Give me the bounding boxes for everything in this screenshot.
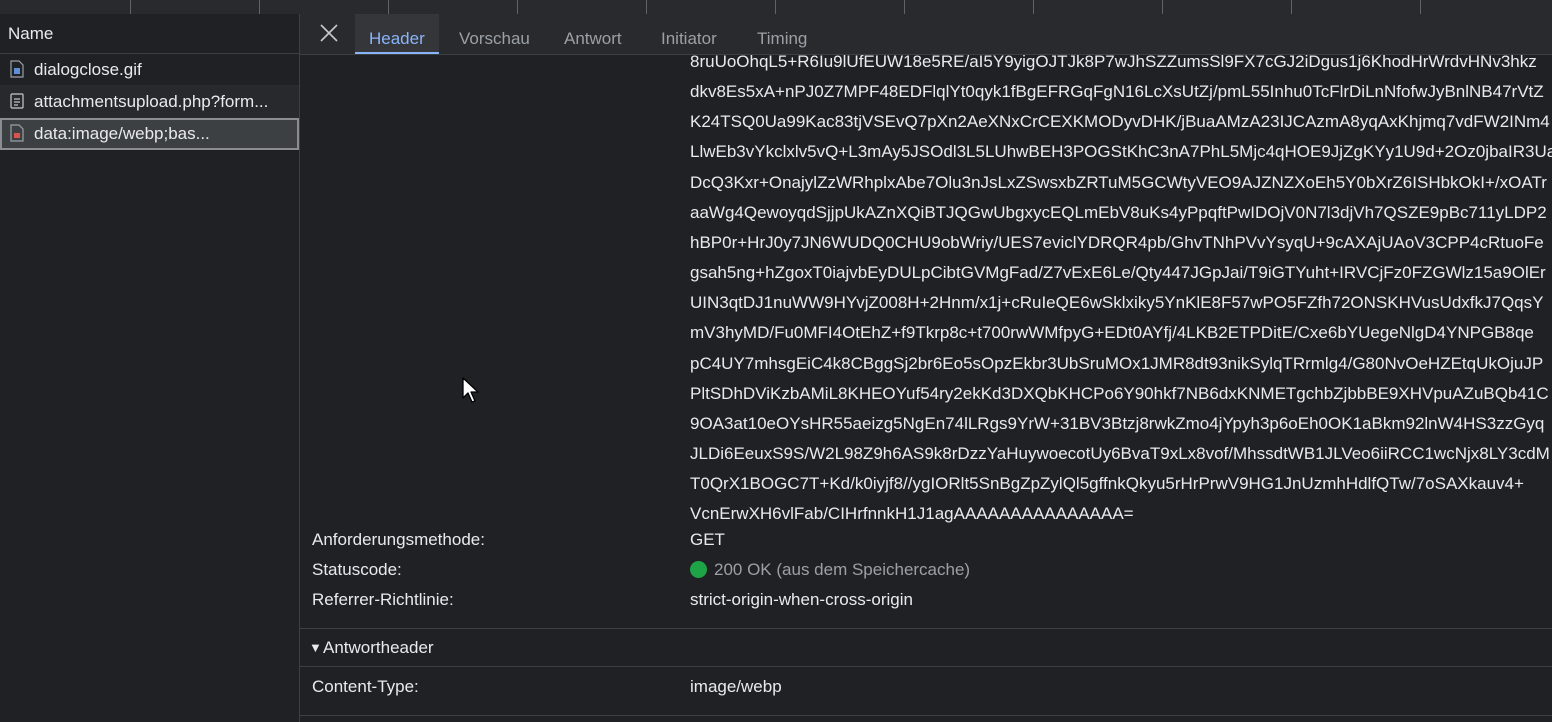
details-panel: Header Vorschau Antwort Initiator Timing… — [300, 14, 1552, 722]
request-method-value: GET — [690, 530, 725, 549]
strip-divider — [646, 0, 647, 14]
name-column-header[interactable]: Name — [0, 14, 299, 54]
status-code-value: 200 OK (aus dem Speichercache) — [714, 560, 971, 579]
tab-initiator[interactable]: Initiator — [647, 14, 731, 54]
request-method-label: Anforderungsmethode: — [312, 530, 485, 549]
request-url-value: 8ruUoOhqL5+R6Iu9lUfEUW18e5RE/aI5Y9yigOJT… — [690, 55, 1552, 530]
details-tabbar: Header Vorschau Antwort Initiator Timing — [300, 14, 1552, 55]
strip-divider — [1291, 0, 1292, 14]
referrer-policy-value: strict-origin-when-cross-origin — [690, 590, 913, 609]
strip-divider — [1420, 0, 1421, 14]
document-file-icon — [10, 93, 24, 109]
strip-divider — [1162, 0, 1163, 14]
request-name: attachmentsupload.php?form... — [34, 92, 269, 111]
request-name: dialogclose.gif — [34, 60, 142, 79]
request-url-line: 8ruUoOhqL5+R6Iu9lUfEUW18e5RE/aI5Y9yigOJT… — [690, 55, 1537, 71]
close-icon[interactable] — [318, 22, 340, 44]
response-headers-section[interactable]: ▼ Antwortheader — [300, 629, 1552, 666]
referrer-policy-row: Referrer-Richtlinie: strict-origin-when-… — [300, 585, 1552, 615]
status-code-row: Statuscode: 200 OK (aus dem Speichercach… — [300, 555, 1552, 585]
request-url-line: gsah5ng+hZgoxT0iajvbEyDULpCibtGVMgFad/Z7… — [690, 263, 1546, 283]
strip-divider — [259, 0, 260, 14]
content-type-label: Content-Type: — [312, 677, 419, 696]
strip-divider — [904, 0, 905, 14]
waterfall-strip — [0, 0, 1552, 15]
tab-header[interactable]: Header — [355, 14, 439, 54]
strip-divider — [775, 0, 776, 14]
triangle-down-icon: ▼ — [309, 640, 322, 655]
request-row[interactable]: dialogclose.gif — [0, 54, 299, 86]
request-url-line: PltSDhDViKzbAMiL8KHEOYuf54ry2ekKd3DXQbKH… — [690, 383, 1549, 403]
tab-response[interactable]: Antwort — [550, 14, 636, 54]
request-list: Name dialogclose.gif attachmentsupload.p… — [0, 14, 300, 722]
mouse-cursor-icon — [462, 377, 479, 403]
request-method-row: Anforderungsmethode: GET — [300, 525, 1552, 555]
strip-divider — [388, 0, 389, 14]
request-url-line: pC4UY7mhsgEiC4k8CBggSj2br6Eo5sOpzEkbr3Ub… — [690, 353, 1544, 373]
status-code-label: Statuscode: — [312, 560, 402, 579]
headers-content: 8ruUoOhqL5+R6Iu9lUfEUW18e5RE/aI5Y9yigOJT… — [300, 55, 1552, 722]
request-row[interactable]: attachmentsupload.php?form... — [0, 86, 299, 118]
request-url-line: K24TSQ0Ua99Kac83tjVSEvQ7pXn2AeXNxCrCEXKM… — [690, 112, 1550, 132]
content-type-row: Content-Type: image/webp — [300, 672, 1552, 702]
strip-divider — [1033, 0, 1034, 14]
gif-file-icon — [10, 60, 24, 78]
request-url-line: T0QrX1BOGC7T+Kd/k0iyjf8//ygIORlt5SnBgZpZ… — [690, 474, 1524, 494]
request-url-line: DcQ3Kxr+OnajylZzWRhplxAbe7Olu3nJsLxZSwsx… — [690, 172, 1547, 192]
tab-preview[interactable]: Vorschau — [445, 14, 544, 54]
referrer-policy-label: Referrer-Richtlinie: — [312, 590, 454, 609]
request-url-line: LlwEb3vYkclxlv5vQ+L3mAy5JSOdl3L5LUhwBEH3… — [690, 142, 1552, 162]
request-name: data:image/webp;bas... — [34, 124, 210, 143]
strip-divider — [130, 0, 131, 14]
request-url-line: UIN3qtDJ1nuWW9HYvjZ008H+2Hnm/x1j+cRuIeQE… — [690, 293, 1544, 313]
response-headers-title: Antwortheader — [323, 638, 434, 657]
request-row-selected[interactable]: data:image/webp;bas... — [0, 118, 299, 150]
request-url-line: 9OA3at10eOYsHR55aeizg5NgEn74lLRgs9YrW+31… — [690, 413, 1545, 433]
request-url-line: dkv8Es5xA+nPJ0Z7MPF48EDFlqlYt0qyk1fBgEFR… — [690, 82, 1544, 102]
request-url-line: aaWg4QewoyqdSjjpUkAZnXQiBTJQGwUbgxycEQLm… — [690, 202, 1547, 222]
section-divider — [300, 666, 1552, 667]
row-divider — [300, 715, 1552, 716]
content-type-value: image/webp — [690, 677, 782, 696]
tab-timing[interactable]: Timing — [743, 14, 821, 54]
request-url-line: hBP0r+HrJ0y7JN6WUDQ0CHU9obWriy/UES7evicl… — [690, 232, 1544, 252]
request-url-line: mV3hyMD/Fu0MFI4OtEhZ+f9Tkrp8c+t700rwWMfp… — [690, 323, 1534, 343]
request-url-line: JLDi6EeuxS9S/W2L98Z9h6AS9k8rDzzYaHuywoec… — [690, 444, 1550, 464]
status-dot-icon — [690, 561, 707, 578]
status-code-value-wrap: 200 OK (aus dem Speichercache) — [690, 555, 970, 585]
strip-divider — [517, 0, 518, 14]
image-file-icon — [10, 124, 24, 142]
